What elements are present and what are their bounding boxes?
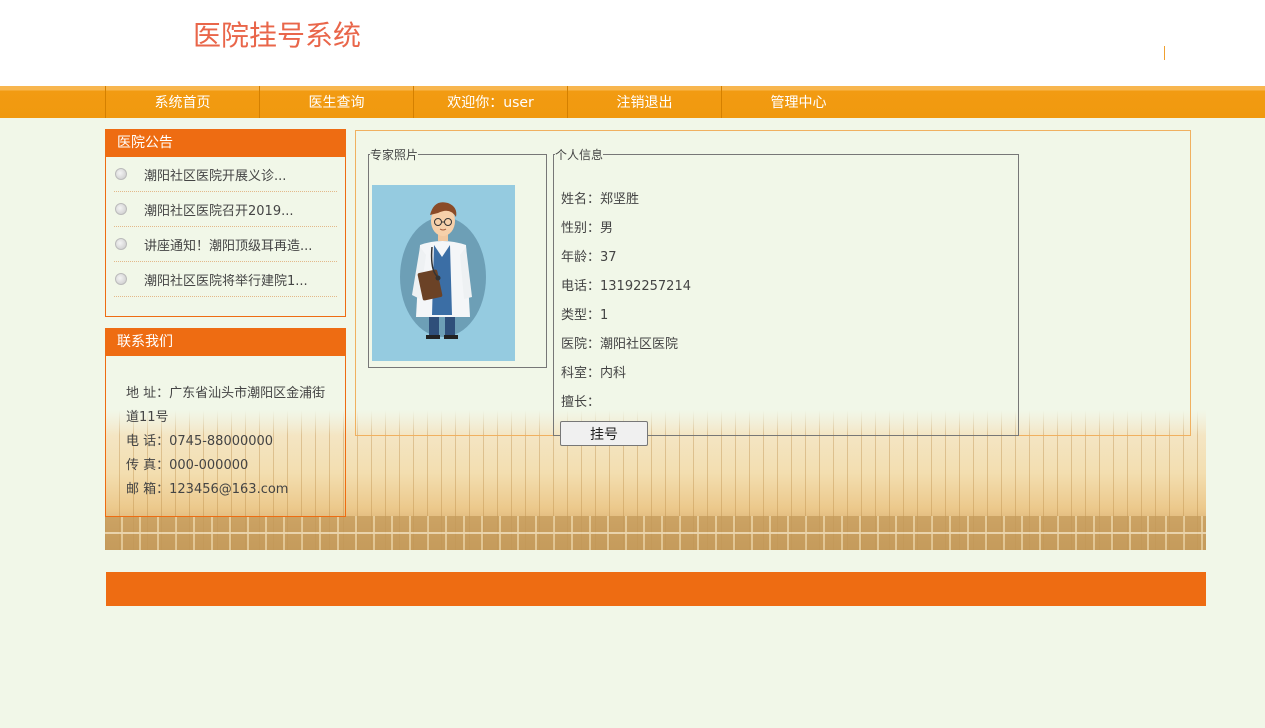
doctor-photo [372, 185, 515, 361]
notice-item[interactable]: 潮阳社区医院将举行建院1... [114, 262, 337, 297]
contact-info: 地 址：广东省汕头市潮阳区金浦街道11号 电 话：0745-88000000 传… [106, 356, 345, 502]
notice-item[interactable]: 讲座通知！潮阳顶级耳再造... [114, 227, 337, 262]
doctor-department: 科室：内科 [561, 366, 627, 381]
site-title: 医院挂号系统 [193, 19, 362, 52]
notice-title: 医院公告 [106, 130, 345, 157]
nav-doctor-search[interactable]: 医生查询 [259, 86, 413, 118]
notice-list: 潮阳社区医院开展义诊... 潮阳社区医院召开2019... 讲座通知！潮阳顶级耳… [106, 157, 345, 297]
bullet-icon [115, 273, 127, 285]
nav-logout[interactable]: 注销退出 [567, 86, 721, 118]
brick-strip [105, 516, 1206, 550]
notice-item-label[interactable]: 潮阳社区医院召开2019... [144, 200, 293, 219]
doctor-age: 年龄：37 [561, 250, 617, 265]
notice-panel: 医院公告 潮阳社区医院开展义诊... 潮阳社区医院召开2019... 讲座通知！… [105, 129, 346, 317]
contact-panel: 联系我们 地 址：广东省汕头市潮阳区金浦街道11号 电 话：0745-88000… [105, 328, 346, 517]
notice-item-label[interactable]: 潮阳社区医院开展义诊... [144, 165, 286, 184]
doctor-hospital: 医院：潮阳社区医院 [561, 337, 679, 352]
nav-admin-center[interactable]: 管理中心 [721, 86, 875, 118]
bullet-icon [115, 168, 127, 180]
doctor-name: 姓名：郑坚胜 [561, 192, 640, 207]
register-button[interactable]: 挂号 [560, 421, 648, 446]
bullet-icon [115, 203, 127, 215]
doctor-specialty: 擅长： [561, 395, 601, 410]
contact-title: 联系我们 [106, 329, 345, 356]
info-legend: 个人信息 [555, 148, 604, 162]
doctor-gender: 性别：男 [561, 221, 614, 236]
header-divider [1164, 46, 1165, 60]
doctor-phone: 电话：13192257214 [561, 279, 691, 294]
nav-home[interactable]: 系统首页 [105, 86, 259, 118]
doctor-detail-panel: 专家照片 个人信息 姓名：郑坚胜 性别：男 年龄：37 电话：131922572… [355, 130, 1191, 446]
doctor-avatar-icon [372, 185, 515, 361]
contact-address: 地 址：广东省汕头市潮阳区金浦街道11号 [126, 386, 326, 425]
contact-email: 邮 箱：123456@163.com [126, 482, 289, 497]
notice-item[interactable]: 潮阳社区医院召开2019... [114, 192, 337, 227]
main-nav: 系统首页 医生查询 欢迎你：user 注销退出 管理中心 [0, 86, 1265, 118]
bullet-icon [115, 238, 127, 250]
footer-bar [106, 572, 1206, 606]
photo-fieldset: 专家照片 [368, 146, 547, 368]
doctor-type: 类型：1 [561, 308, 609, 323]
contact-fax: 传 真：000-000000 [126, 458, 249, 473]
doctor-info-list: 姓名：郑坚胜 性别：男 年龄：37 电话：13192257214 类型：1 医院… [561, 183, 691, 415]
notice-item-label[interactable]: 讲座通知！潮阳顶级耳再造... [144, 235, 312, 254]
contact-phone: 电 话：0745-88000000 [126, 434, 274, 449]
notice-item[interactable]: 潮阳社区医院开展义诊... [114, 157, 337, 192]
notice-item-label[interactable]: 潮阳社区医院将举行建院1... [144, 270, 308, 289]
info-fieldset: 个人信息 姓名：郑坚胜 性别：男 年龄：37 电话：13192257214 类型… [553, 146, 1019, 446]
photo-legend: 专家照片 [370, 148, 419, 162]
site-header: 医院挂号系统 [0, 0, 1265, 86]
nav-welcome-user[interactable]: 欢迎你：user [413, 86, 567, 118]
